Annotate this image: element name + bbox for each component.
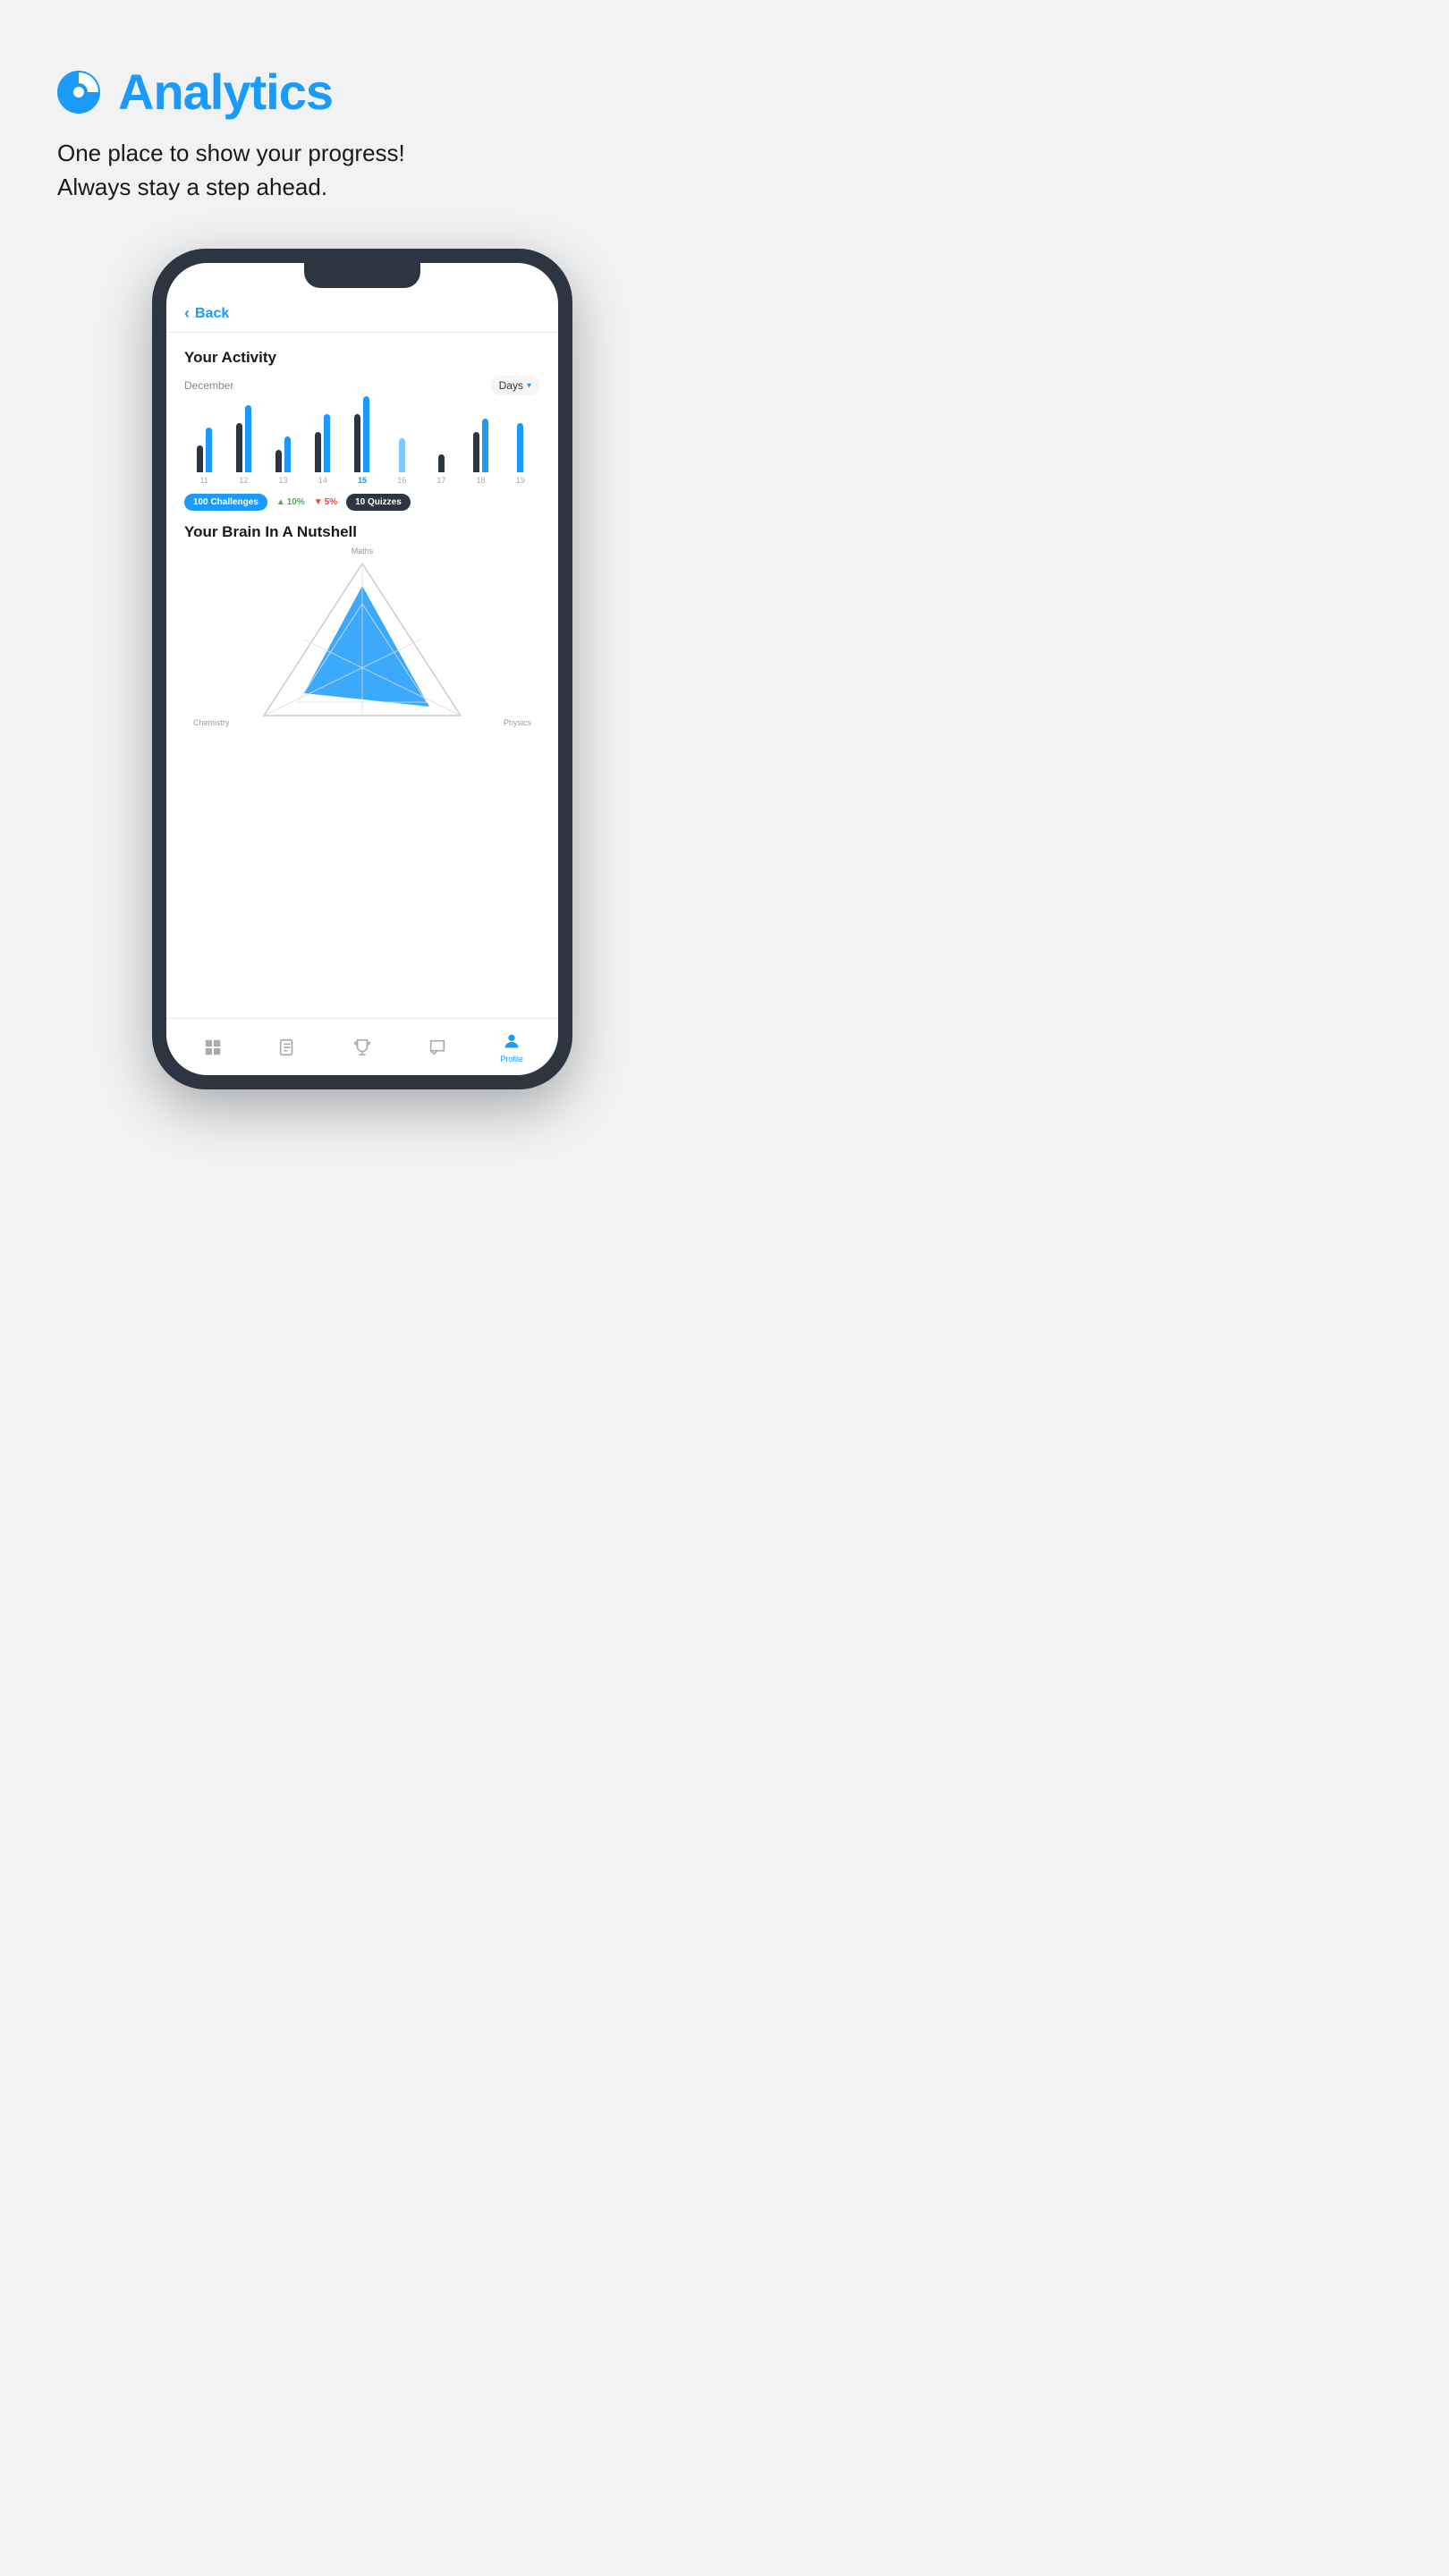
bar-label-15: 15 (358, 476, 367, 485)
bar-dark-18 (473, 432, 479, 472)
bar-dark-11 (197, 445, 203, 472)
bar-dark-12 (236, 423, 242, 472)
screen-content: Your Activity December Days ▾ (166, 336, 558, 1018)
nav-item-lessons[interactable] (250, 1037, 326, 1058)
bar-blue-18 (482, 419, 488, 472)
bar-group-15: 15 (343, 396, 382, 485)
phone-container: ‹ Back Your Activity December Days ▾ (0, 231, 724, 1125)
profile-icon (501, 1030, 522, 1052)
bar-group-17: 17 (421, 454, 461, 485)
down-arrow-icon: ▼ (314, 497, 323, 507)
back-nav[interactable]: ‹ Back (166, 295, 558, 328)
phone-screen: ‹ Back Your Activity December Days ▾ (166, 263, 558, 1075)
bar-label-18: 18 (477, 476, 486, 485)
bar-group-12: 12 (224, 405, 263, 485)
page-title: Analytics (118, 63, 333, 121)
bar-label-14: 14 (318, 476, 327, 485)
bar-blue-12 (245, 405, 251, 472)
activity-section-title: Your Activity (184, 349, 540, 367)
up-arrow-icon: ▲ (276, 497, 285, 507)
title-row: Analytics (55, 63, 669, 121)
bar-dark-17 (438, 454, 445, 472)
bar-blue-19 (517, 423, 523, 472)
bar-label-17: 17 (436, 476, 445, 485)
maths-label: Maths (352, 547, 374, 555)
quizzes-badge: 10 Quizzes (346, 494, 411, 511)
bar-blue-15 (363, 396, 369, 472)
nav-item-home[interactable] (175, 1037, 250, 1058)
bar-blue-14 (324, 414, 330, 472)
bar-label-12: 12 (239, 476, 248, 485)
bottom-nav: Profile (166, 1018, 558, 1075)
bar-label-19: 19 (516, 476, 525, 485)
header-section: Analytics One place to show your progres… (0, 0, 724, 231)
dropdown-arrow-icon: ▾ (527, 381, 531, 391)
activity-bar-chart: 11 12 (184, 404, 540, 485)
analytics-icon (55, 69, 102, 115)
bar-blue-13 (284, 436, 291, 472)
brain-section-title: Your Brain In A Nutshell (184, 523, 540, 541)
bar-light-16 (399, 438, 405, 472)
days-label: Days (499, 379, 523, 392)
home-icon (202, 1037, 224, 1058)
bar-group-18: 18 (462, 419, 501, 485)
back-chevron-icon: ‹ (184, 304, 190, 323)
nav-item-profile[interactable]: Profile (474, 1030, 549, 1063)
bar-label-13: 13 (279, 476, 288, 485)
lessons-icon (276, 1037, 298, 1058)
bar-group-13: 13 (263, 436, 302, 485)
bar-dark-15 (354, 414, 360, 472)
bar-group-14: 14 (303, 414, 343, 485)
bar-group-19: 19 (501, 423, 540, 485)
trophy-icon (352, 1037, 373, 1058)
profile-nav-label: Profile (500, 1055, 523, 1063)
stat-up-change: ▲ 10% (276, 497, 305, 507)
chat-icon (427, 1037, 448, 1058)
triangle-chart: Maths (184, 550, 540, 729)
days-dropdown[interactable]: Days ▾ (490, 376, 540, 395)
stat-down-change: ▼ 5% (314, 497, 337, 507)
stats-row: 100 Challenges ▲ 10% ▼ 5% 10 Quizzes (184, 494, 540, 511)
phone-notch (304, 263, 420, 288)
activity-header: December Days ▾ (184, 376, 540, 395)
bar-group-11: 11 (184, 428, 224, 485)
brain-section: Your Brain In A Nutshell Maths (184, 523, 540, 727)
bar-dark-14 (315, 432, 321, 472)
bar-label-16: 16 (397, 476, 406, 485)
challenges-badge: 100 Challenges (184, 494, 267, 511)
month-label: December (184, 379, 233, 392)
nav-item-trophy[interactable] (325, 1037, 400, 1058)
back-label[interactable]: Back (195, 306, 229, 322)
bar-dark-13 (275, 450, 282, 472)
nav-divider (166, 332, 558, 333)
bar-group-16: 16 (382, 438, 421, 485)
bar-blue-11 (206, 428, 212, 472)
phone-frame: ‹ Back Your Activity December Days ▾ (152, 249, 572, 1089)
header-subtitle: One place to show your progress! Always … (55, 137, 669, 204)
nav-item-chat[interactable] (400, 1037, 475, 1058)
brain-triangle-svg (255, 555, 470, 724)
bar-label-11: 11 (199, 476, 208, 485)
